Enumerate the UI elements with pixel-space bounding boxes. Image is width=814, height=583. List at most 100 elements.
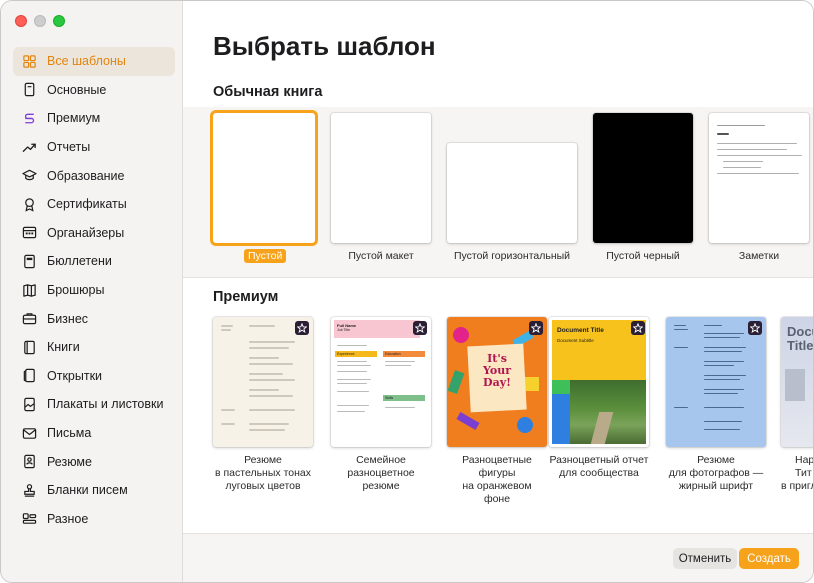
- label-line: Семейное: [356, 454, 406, 466]
- thumb-education-heading: Education: [383, 351, 425, 357]
- template-label-blank[interactable]: Пустой: [244, 249, 287, 263]
- card-icon: [21, 368, 37, 384]
- sidebar-item-label: Образование: [47, 168, 125, 183]
- grid-icon: [21, 53, 37, 69]
- template-thumb-photographer-resume[interactable]: [666, 317, 766, 447]
- sidebar-item-posters[interactable]: Плакаты и листовки: [13, 390, 175, 419]
- poster-line: Day!: [483, 376, 511, 389]
- thumb-skills-heading: Skills: [383, 395, 425, 401]
- template-chooser-window: Все шаблоны Основные Премиум Отчеты Обра…: [0, 0, 814, 583]
- sidebar-item-resumes[interactable]: Резюме: [13, 447, 175, 476]
- sidebar-item-label: Брошюры: [47, 283, 105, 298]
- template-label-family-resume[interactable]: Семейное разноцветное резюме: [321, 454, 441, 493]
- briefcase-icon: [21, 311, 37, 327]
- label-line: Нар: [795, 454, 814, 466]
- poster-icon: [21, 396, 37, 412]
- premium-star-icon: [529, 321, 543, 335]
- sidebar-item-newsletters[interactable]: Бюллетени: [13, 247, 175, 276]
- sidebar-item-all-templates[interactable]: Все шаблоны: [13, 47, 175, 76]
- template-thumb-blank-layout[interactable]: [331, 113, 431, 243]
- sidebar-item-premium[interactable]: Премиум: [13, 104, 175, 133]
- sidebar-item-label: Резюме: [47, 454, 92, 469]
- template-thumb-blank-black[interactable]: [593, 113, 693, 243]
- premium-icon: [21, 110, 37, 126]
- template-label-community-report[interactable]: Разноцветный отчет для сообщества: [539, 454, 659, 480]
- label-line: Резюме: [244, 454, 282, 466]
- close-window-button[interactable]: [15, 15, 27, 27]
- sidebar-item-education[interactable]: Образование: [13, 161, 175, 190]
- award-ribbon-icon: [21, 196, 37, 212]
- template-label-notes[interactable]: Заметки: [723, 250, 795, 263]
- graduation-cap-icon: [21, 168, 37, 184]
- sidebar-item-label: Бизнес: [47, 311, 89, 326]
- template-thumb-partial[interactable]: Documen Title: [781, 317, 814, 447]
- template-thumb-community-report[interactable]: Document Title Document Subtitle: [549, 317, 649, 447]
- label-line: для сообщества: [559, 467, 639, 479]
- brochure-icon: [21, 282, 37, 298]
- template-label-partial[interactable]: Нар Тит в пригл: [781, 454, 814, 493]
- template-thumb-blank-landscape[interactable]: [447, 143, 577, 243]
- sidebar-item-label: Премиум: [47, 111, 101, 126]
- minimize-window-button[interactable]: [34, 15, 46, 27]
- label-line: луговых цветов: [225, 480, 301, 492]
- sidebar-item-label: Сертификаты: [47, 197, 127, 212]
- label-line: Резюме: [697, 454, 735, 466]
- premium-star-icon: [748, 321, 762, 335]
- sidebar: Все шаблоны Основные Премиум Отчеты Обра…: [1, 1, 183, 582]
- stamp-icon: [21, 482, 37, 498]
- template-thumb-orange-shapes[interactable]: It's Your Day!: [447, 317, 547, 447]
- section-title-basic: Обычная книга: [213, 84, 323, 100]
- thumb-report-title: Document Title: [557, 327, 604, 334]
- label-line: фоне: [483, 493, 511, 505]
- page-title: Выбрать шаблон: [213, 31, 436, 61]
- thumb-jobtitle-text: Job Title: [337, 328, 351, 332]
- misc-blocks-icon: [21, 511, 37, 527]
- window-controls: [15, 15, 65, 27]
- category-list: Все шаблоны Основные Премиум Отчеты Обра…: [13, 47, 175, 533]
- template-thumb-blank[interactable]: [213, 113, 315, 243]
- create-button[interactable]: Создать: [739, 548, 799, 569]
- section-divider: [183, 277, 813, 278]
- dialog-footer: Отменить Создать: [183, 533, 813, 582]
- letter-icon: [21, 425, 37, 441]
- template-label-blank-black[interactable]: Пустой черный: [588, 250, 698, 263]
- cancel-button[interactable]: Отменить: [673, 548, 737, 569]
- document-icon: [21, 82, 37, 98]
- sidebar-item-basic[interactable]: Основные: [13, 76, 175, 105]
- template-thumb-pastel-resume[interactable]: [213, 317, 313, 447]
- sidebar-item-brochures[interactable]: Брошюры: [13, 276, 175, 305]
- sidebar-item-label: Бюллетени: [47, 254, 112, 269]
- sidebar-item-books[interactable]: Книги: [13, 333, 175, 362]
- template-thumb-family-resume[interactable]: Full Name Job Title Experience Education…: [331, 317, 431, 447]
- template-gallery: Выбрать шаблон Обычная книга Пустой Пуст…: [183, 1, 814, 582]
- sidebar-item-business[interactable]: Бизнес: [13, 304, 175, 333]
- sidebar-item-label: Основные: [47, 82, 107, 97]
- template-label-blank-layout[interactable]: Пустой макет: [323, 250, 439, 263]
- label-line: Тит: [795, 467, 812, 479]
- label-line: в пригл: [781, 480, 814, 492]
- sidebar-item-label: Открытки: [47, 368, 103, 383]
- template-label-blank-landscape[interactable]: Пустой горизонтальный: [445, 250, 579, 263]
- calendar-grid-icon: [21, 225, 37, 241]
- sidebar-item-cards[interactable]: Открытки: [13, 362, 175, 391]
- label-line: на оранжевом: [462, 480, 532, 492]
- zoom-window-button[interactable]: [53, 15, 65, 27]
- sidebar-item-organizers[interactable]: Органайзеры: [13, 219, 175, 248]
- section-title-premium: Премиум: [213, 289, 279, 305]
- sidebar-item-label: Книги: [47, 340, 80, 355]
- sidebar-item-reports[interactable]: Отчеты: [13, 133, 175, 162]
- thumb-title-line: Title: [787, 338, 814, 353]
- book-icon: [21, 339, 37, 355]
- template-label-photographer-resume[interactable]: Резюме для фотографов — жирный шрифт: [656, 454, 776, 493]
- sidebar-item-miscellaneous[interactable]: Разное: [13, 505, 175, 534]
- label-line: в пастельных тонах: [215, 467, 311, 479]
- template-thumb-notes[interactable]: [709, 113, 809, 243]
- template-label-pastel-resume[interactable]: Резюме в пастельных тонах луговых цветов: [203, 454, 323, 493]
- label-line: жирный шрифт: [678, 480, 754, 492]
- sidebar-item-stationery[interactable]: Бланки писем: [13, 476, 175, 505]
- trend-chart-icon: [21, 139, 37, 155]
- sidebar-item-certificates[interactable]: Сертификаты: [13, 190, 175, 219]
- sidebar-item-letters[interactable]: Письма: [13, 419, 175, 448]
- thumb-report-subtitle: Document Subtitle: [557, 338, 594, 343]
- thumb-experience-heading: Experience: [335, 351, 377, 357]
